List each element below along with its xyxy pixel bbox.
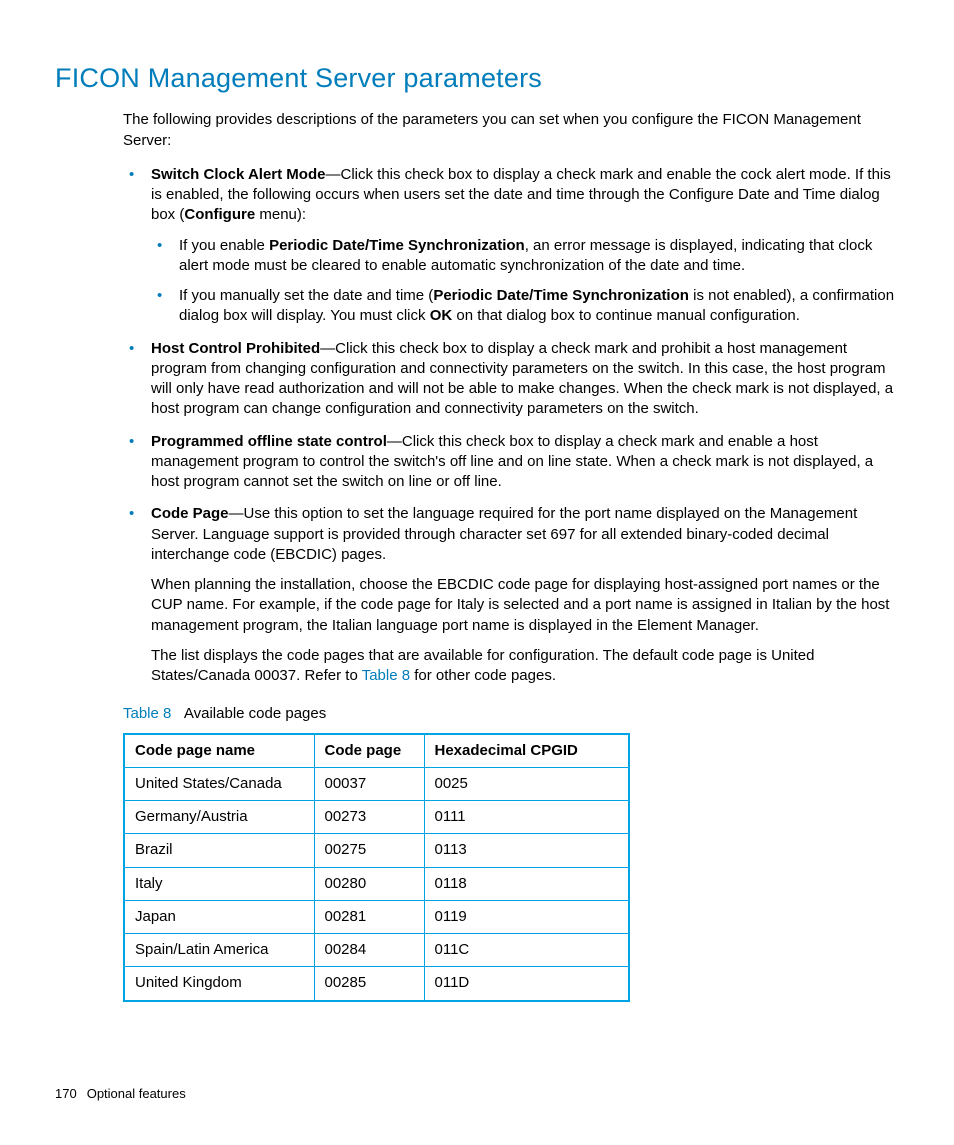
cell-page: 00037 (314, 767, 424, 800)
table-title: Available code pages (184, 705, 326, 722)
body-text: for other code pages. (410, 667, 556, 684)
cell-name: United Kingdom (124, 967, 314, 1001)
cell-page: 00285 (314, 967, 424, 1001)
table-header-row: Code page name Code page Hexadecimal CPG… (124, 734, 629, 768)
cell-page: 00284 (314, 934, 424, 967)
cell-name: Italy (124, 867, 314, 900)
cell-page: 00281 (314, 900, 424, 933)
body-text: —Use this option to set the language req… (151, 505, 857, 563)
table-row: United Kingdom 00285 011D (124, 967, 629, 1001)
table-row: Brazil 00275 0113 (124, 834, 629, 867)
page-title: FICON Management Server parameters (55, 60, 899, 96)
table-label: Table 8 (123, 705, 171, 722)
cell-hex: 0025 (424, 767, 629, 800)
body-text: The list displays the code pages that ar… (151, 646, 899, 687)
section-name: Optional features (87, 1086, 186, 1101)
column-header: Code page name (124, 734, 314, 768)
cell-page: 00273 (314, 801, 424, 834)
table-row: Germany/Austria 00273 0111 (124, 801, 629, 834)
intro-paragraph: The following provides descriptions of t… (123, 110, 899, 151)
table-row: United States/Canada 00037 0025 (124, 767, 629, 800)
cell-page: 00280 (314, 867, 424, 900)
body-text: If you manually set the date and time ( (179, 287, 433, 304)
table-caption: Table 8 Available code pages (123, 704, 899, 724)
table-link[interactable]: Table 8 (362, 667, 410, 684)
cell-name: Spain/Latin America (124, 934, 314, 967)
param-label: Host Control Prohibited (151, 340, 320, 357)
cell-hex: 0119 (424, 900, 629, 933)
table-row: Japan 00281 0119 (124, 900, 629, 933)
code-pages-table: Code page name Code page Hexadecimal CPG… (123, 733, 630, 1002)
option-name: Periodic Date/Time Synchronization (433, 287, 689, 304)
list-item-offline-state: Programmed offline state control—Click t… (123, 432, 899, 493)
cell-page: 00275 (314, 834, 424, 867)
button-name: OK (430, 307, 453, 324)
list-item-switch-clock: Switch Clock Alert Mode—Click this check… (123, 165, 899, 327)
list-item: If you manually set the date and time (P… (151, 286, 899, 327)
list-item-code-page: Code Page—Use this option to set the lan… (123, 504, 899, 686)
list-item-host-control: Host Control Prohibited—Click this check… (123, 339, 899, 420)
page-number: 170 (55, 1086, 77, 1101)
column-header: Code page (314, 734, 424, 768)
cell-name: Germany/Austria (124, 801, 314, 834)
body-text: When planning the installation, choose t… (151, 575, 899, 636)
body-text: menu): (255, 206, 306, 223)
cell-hex: 0113 (424, 834, 629, 867)
cell-hex: 011D (424, 967, 629, 1001)
cell-hex: 0111 (424, 801, 629, 834)
table-row: Spain/Latin America 00284 011C (124, 934, 629, 967)
menu-name: Configure (184, 206, 255, 223)
param-label: Code Page (151, 505, 229, 522)
column-header: Hexadecimal CPGID (424, 734, 629, 768)
body-text: If you enable (179, 237, 269, 254)
list-item: If you enable Periodic Date/Time Synchro… (151, 236, 899, 277)
option-name: Periodic Date/Time Synchronization (269, 237, 525, 254)
param-label: Programmed offline state control (151, 433, 387, 450)
sub-list: If you enable Periodic Date/Time Synchro… (151, 236, 899, 327)
cell-name: Brazil (124, 834, 314, 867)
body-text: on that dialog box to continue manual co… (452, 307, 800, 324)
cell-hex: 011C (424, 934, 629, 967)
param-label: Switch Clock Alert Mode (151, 166, 325, 183)
parameter-list: Switch Clock Alert Mode—Click this check… (123, 165, 899, 687)
page-footer: 170 Optional features (55, 1085, 186, 1103)
cell-hex: 0118 (424, 867, 629, 900)
cell-name: United States/Canada (124, 767, 314, 800)
table-row: Italy 00280 0118 (124, 867, 629, 900)
cell-name: Japan (124, 900, 314, 933)
